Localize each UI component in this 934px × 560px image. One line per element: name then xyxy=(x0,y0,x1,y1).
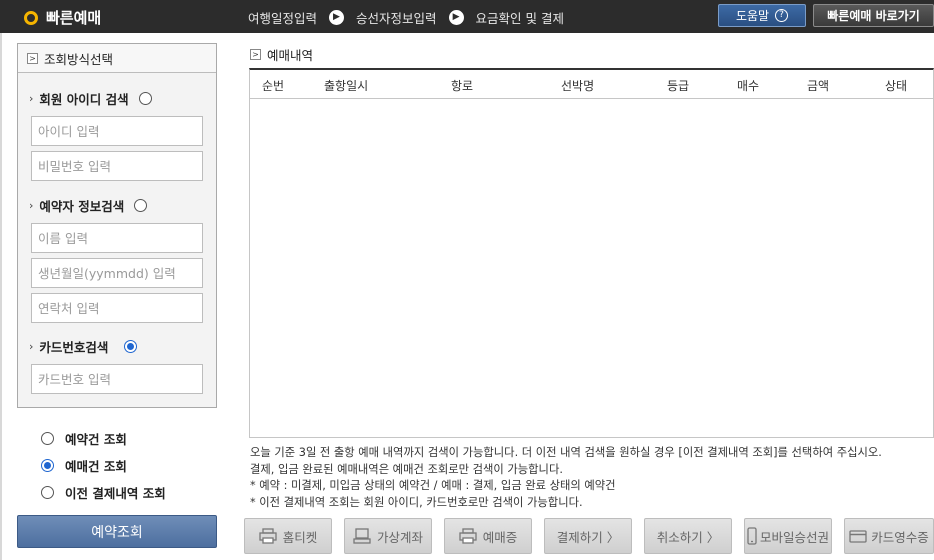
chevron-right-icon: › xyxy=(29,340,34,353)
card-search-label: 카드번호검색 xyxy=(39,340,109,355)
table-header-row: 순번 출항일시 항로 선박명 등급 매수 금액 상태 xyxy=(250,70,933,99)
column-header: 순번 xyxy=(262,79,285,93)
member-id-input[interactable] xyxy=(31,116,203,146)
cancel-button[interactable]: 취소하기 〉 xyxy=(644,518,732,554)
search-method-panel: > 조회방식선택 › 회원 아이디 검색 › 예약자 정보검색 › 카드번호검색 xyxy=(17,43,217,408)
step-2: 승선자정보입력 xyxy=(356,11,437,26)
booking-history-header: > 예매내역 xyxy=(250,45,313,64)
column-header: 매수 xyxy=(737,79,760,93)
notice-line: * 예약 : 미결제, 미입금 상태의 예약건 / 예매 : 결제, 입금 완료… xyxy=(250,479,616,492)
column-header: 등급 xyxy=(667,79,690,93)
quick-booking-button[interactable]: 빠른예매 바로가기 xyxy=(813,4,934,27)
column-header: 선박명 xyxy=(561,79,595,93)
virtual-account-button[interactable]: 가상계좌 xyxy=(344,518,432,554)
view-option-history[interactable]: 이전 결제내역 조회 xyxy=(41,483,221,502)
birthdate-input[interactable] xyxy=(31,258,203,288)
help-label: 도움말 xyxy=(735,9,770,23)
name-input[interactable] xyxy=(31,223,203,253)
view-reservation-radio[interactable] xyxy=(41,432,54,445)
column-header: 상태 xyxy=(885,79,908,93)
view-booking-label: 예매건 조회 xyxy=(65,459,127,474)
search-method-header: > 조회방식선택 xyxy=(18,44,216,73)
notice-line: * 이전 결제내역 조회는 회원 아이디, 카드번호로만 검색이 가능합니다. xyxy=(250,495,583,509)
booking-history-title: 예매내역 xyxy=(267,48,314,63)
brand-circle-icon xyxy=(24,10,38,25)
member-search-option[interactable]: › 회원 아이디 검색 xyxy=(29,89,152,108)
card-receipt-label: 카드영수증 xyxy=(871,529,929,545)
column-header: 금액 xyxy=(807,79,830,93)
cancel-label: 취소하기 〉 xyxy=(656,529,720,545)
left-edge-divider xyxy=(0,33,2,560)
member-password-input[interactable] xyxy=(31,151,203,181)
chevron-right-icon: › xyxy=(29,199,34,212)
step-3: 요금확인 및 결제 xyxy=(475,11,564,26)
booking-history-table: 순번 출항일시 항로 선박명 등급 매수 금액 상태 xyxy=(249,68,934,438)
mobile-ticket-button[interactable]: 모바일승선권 xyxy=(744,518,832,554)
brand: 빠른예매 xyxy=(24,7,101,28)
search-method-title: 조회방식선택 xyxy=(44,51,114,67)
chevron-right-icon: > xyxy=(250,49,261,60)
notice-line: 오늘 기준 3일 전 출항 예매 내역까지 검색이 가능합니다. 더 이전 내역… xyxy=(250,446,882,459)
pay-button[interactable]: 결제하기 〉 xyxy=(544,518,632,554)
page-title: 빠른예매 xyxy=(46,9,102,27)
virtual-account-label: 가상계좌 xyxy=(376,529,423,545)
member-search-label: 회원 아이디 검색 xyxy=(39,92,129,107)
reserver-search-option[interactable]: › 예약자 정보검색 xyxy=(29,196,148,215)
phone-input[interactable] xyxy=(31,293,203,323)
member-search-radio[interactable] xyxy=(138,92,152,105)
step-arrow-icon: ▶ xyxy=(448,10,464,25)
view-reservation-label: 예약건 조회 xyxy=(65,432,127,447)
terminal-icon xyxy=(353,528,371,544)
view-history-radio[interactable] xyxy=(41,486,54,499)
reserver-search-label: 예약자 정보검색 xyxy=(39,199,125,214)
home-ticket-button[interactable]: 홈티켓 xyxy=(244,518,332,554)
notice-line: 결제, 입금 완료된 예매내역은 예매건 조회로만 검색이 가능합니다. xyxy=(250,462,563,476)
mobile-ticket-label: 모바일승선권 xyxy=(759,529,829,545)
view-booking-radio[interactable] xyxy=(41,459,54,472)
step-1: 여행일정입력 xyxy=(248,11,318,26)
printer-icon xyxy=(459,528,477,544)
card-search-radio[interactable] xyxy=(124,340,138,353)
help-button[interactable]: 도움말 ? xyxy=(718,4,806,27)
column-header: 출항일시 xyxy=(324,79,369,93)
view-option-booking[interactable]: 예매건 조회 xyxy=(41,456,221,475)
chevron-right-icon: > xyxy=(27,52,38,64)
step-navigation: 여행일정입력 ▶ 승선자정보입력 ▶ 요금확인 및 결제 xyxy=(248,8,564,27)
card-icon xyxy=(849,529,867,543)
home-ticket-label: 홈티켓 xyxy=(282,529,318,545)
view-history-label: 이전 결제내역 조회 xyxy=(65,486,166,501)
booking-certificate-label: 예매증 xyxy=(482,529,518,545)
top-bar: 빠른예매 여행일정입력 ▶ 승선자정보입력 ▶ 요금확인 및 결제 도움말 ? … xyxy=(0,0,934,33)
card-receipt-button[interactable]: 카드영수증 xyxy=(844,518,934,554)
column-header: 항로 xyxy=(451,79,474,93)
booking-certificate-button[interactable]: 예매증 xyxy=(444,518,532,554)
pay-label: 결제하기 〉 xyxy=(556,529,620,545)
chevron-right-icon: › xyxy=(29,92,34,105)
notice-text: 오늘 기준 3일 전 출항 예매 내역까지 검색이 가능합니다. 더 이전 내역… xyxy=(250,445,934,511)
question-icon: ? xyxy=(775,9,789,22)
mobile-icon xyxy=(747,527,757,545)
step-arrow-icon: ▶ xyxy=(329,10,345,25)
printer-icon xyxy=(259,528,277,544)
card-number-input[interactable] xyxy=(31,364,203,394)
reservation-search-button[interactable]: 예약조회 xyxy=(17,515,217,548)
card-search-option[interactable]: › 카드번호검색 xyxy=(29,337,138,356)
reserver-search-radio[interactable] xyxy=(134,199,148,212)
view-option-reservation[interactable]: 예약건 조회 xyxy=(41,429,221,448)
